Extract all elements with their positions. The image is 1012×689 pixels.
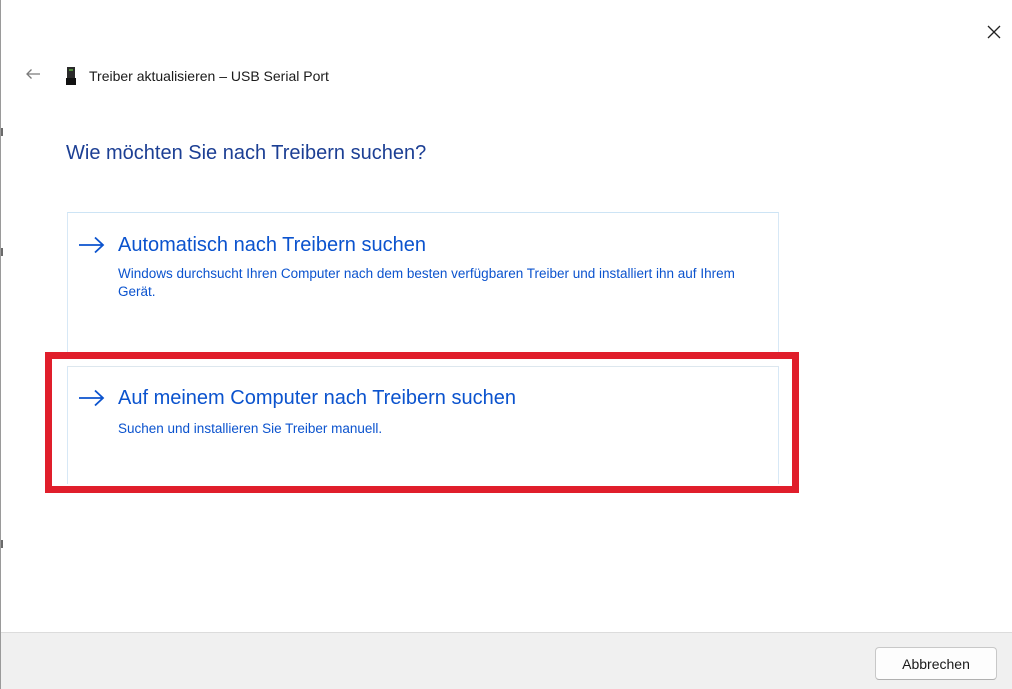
option-header: Auf meinem Computer nach Treibern suchen <box>78 386 516 410</box>
driver-update-dialog: Treiber aktualisieren – USB Serial Port … <box>0 0 1012 689</box>
option-description: Suchen und installieren Sie Treiber manu… <box>118 421 383 436</box>
back-button[interactable] <box>21 64 45 88</box>
window-edge-marker <box>1 540 3 548</box>
option-title: Automatisch nach Treibern suchen <box>118 233 426 256</box>
dialog-footer: Abbrechen <box>1 632 1012 689</box>
window-edge-marker <box>1 128 3 136</box>
option-title: Auf meinem Computer nach Treibern suchen <box>118 386 516 409</box>
usb-device-icon <box>65 67 77 85</box>
option-description: Windows durchsucht Ihren Computer nach d… <box>118 266 735 299</box>
option-manual-search[interactable]: Auf meinem Computer nach Treibern suchen… <box>67 366 779 484</box>
right-arrow-icon <box>78 386 106 410</box>
cancel-button[interactable]: Abbrechen <box>875 647 997 680</box>
window-edge-marker <box>1 248 3 256</box>
option-auto-search[interactable]: Automatisch nach Treibern suchen Windows… <box>67 212 779 358</box>
page-heading: Wie möchten Sie nach Treibern suchen? <box>66 142 427 164</box>
right-arrow-icon <box>78 233 106 257</box>
close-icon <box>987 25 1001 39</box>
dialog-header: Treiber aktualisieren – USB Serial Port <box>21 64 329 88</box>
option-header: Automatisch nach Treibern suchen <box>78 233 426 257</box>
back-arrow-icon <box>25 67 41 85</box>
close-button[interactable] <box>976 14 1012 50</box>
dialog-title: Treiber aktualisieren – USB Serial Port <box>89 68 329 84</box>
